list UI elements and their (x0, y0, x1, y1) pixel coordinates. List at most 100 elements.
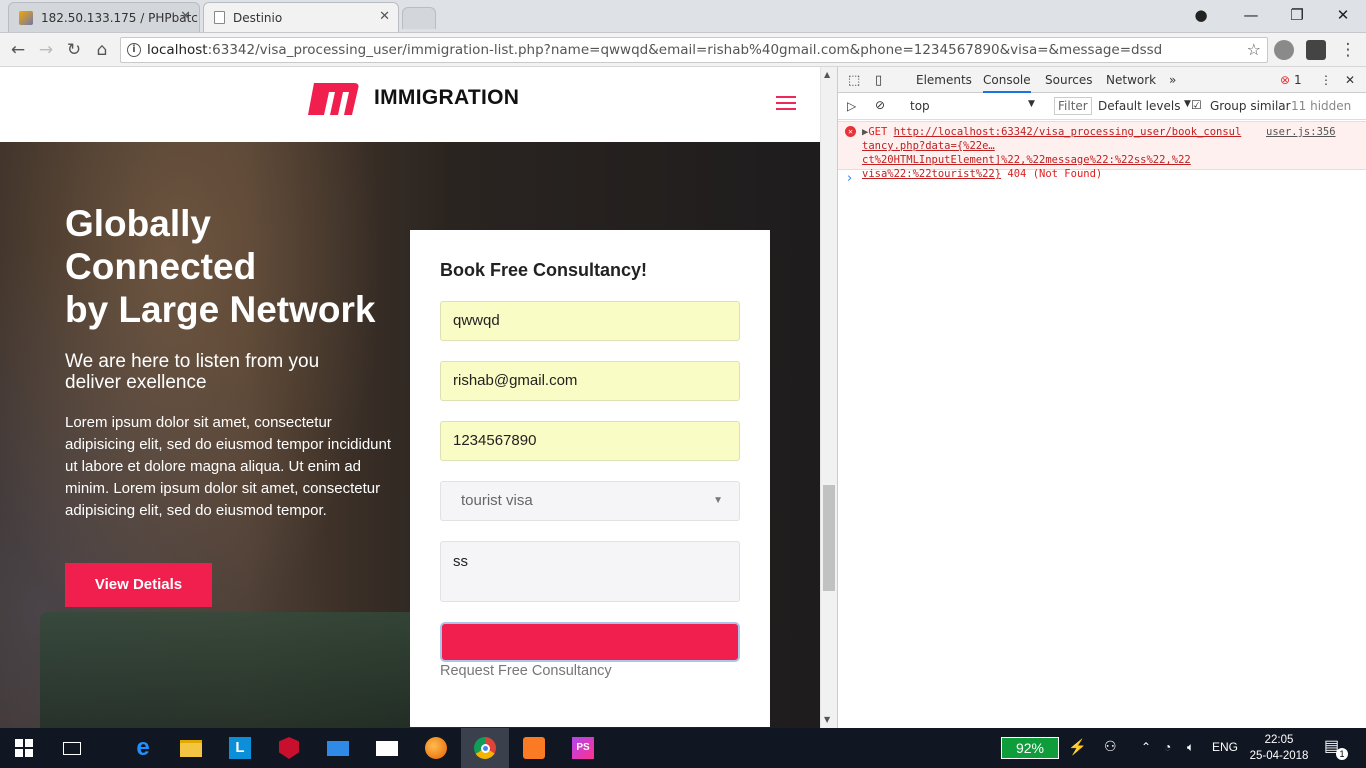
profile-icon[interactable]: ● (1178, 4, 1224, 26)
url-path: :63342/visa_processing_user/immigration-… (207, 42, 1163, 58)
devtools-close-icon[interactable]: ✕ (1345, 73, 1355, 87)
extension-icon[interactable] (1274, 40, 1294, 60)
console-error-message: ✕ ▶GET http://localhost:63342/visa_proce… (838, 121, 1366, 180)
forward-icon[interactable]: → (34, 39, 58, 61)
menu-dots-icon[interactable]: ⋮ (1336, 39, 1360, 61)
scroll-down-icon[interactable]: ▼ (824, 715, 830, 724)
app-l-icon[interactable]: L (216, 728, 264, 768)
tab-console[interactable]: Console (983, 73, 1031, 93)
windows-logo-icon (15, 739, 33, 757)
log-levels-select[interactable]: Default levels (1098, 99, 1180, 113)
page-scrollbar[interactable]: ▲ ▼ (820, 67, 837, 728)
scroll-up-icon[interactable]: ▲ (824, 70, 830, 79)
firefox-icon[interactable] (412, 728, 460, 768)
restore-button[interactable]: ❐ (1274, 4, 1320, 26)
start-button[interactable] (0, 728, 48, 768)
filter-input[interactable]: Filter (1054, 97, 1092, 115)
more-tabs-icon[interactable]: » (1169, 73, 1176, 87)
new-tab-button[interactable] (402, 7, 436, 29)
back-icon[interactable]: ← (6, 39, 30, 61)
language-indicator[interactable]: ENG (1212, 740, 1238, 754)
context-select[interactable]: top (910, 99, 930, 113)
hero-title-line: Globally (65, 203, 211, 244)
error-url[interactable]: http://localhost:63342/visa_processing_u… (894, 126, 1242, 138)
browser-tab-phpmyadmin[interactable]: 182.50.133.175 / PHPbatc ✕ (8, 2, 200, 32)
clear-console-icon[interactable]: ⊘ (875, 98, 885, 112)
error-source-link[interactable]: user.js:356 (1266, 125, 1336, 139)
tab-title: 182.50.133.175 / PHPbatc (41, 10, 198, 25)
close-window-button[interactable]: ✕ (1320, 4, 1366, 26)
error-url-end[interactable]: visa%22:%22tourist%22} (862, 168, 1001, 180)
hidden-count: 11 hidden (1291, 99, 1352, 113)
web-page: IMMIGRATION Globally Connected by Large … (0, 67, 820, 728)
email-field[interactable]: rishab@gmail.com (440, 361, 740, 401)
file-explorer-icon[interactable] (167, 728, 215, 768)
close-tab-icon[interactable]: ✕ (379, 9, 390, 24)
tray-chevron-up-icon[interactable]: ⌃ (1141, 740, 1151, 754)
edge-icon[interactable]: e (119, 728, 167, 768)
visa-select[interactable]: tourist visa ▼ (440, 481, 740, 521)
error-count: 1 (1294, 73, 1302, 87)
devtools-menu-icon[interactable]: ⋮ (1320, 73, 1332, 87)
volume-icon[interactable]: 🔈︎ (1187, 740, 1194, 755)
view-details-button[interactable]: View Detials (65, 563, 212, 607)
hero-title-line: Connected (65, 246, 257, 287)
phpstorm-icon[interactable]: PS (559, 728, 607, 768)
site-header: IMMIGRATION (0, 67, 820, 142)
consultancy-form: Book Free Consultancy! qwwqd rishab@gmai… (410, 230, 770, 727)
chevron-down-icon: ▼ (713, 495, 723, 506)
console-toolbar: ▷ ⊘ top ▼ Filter Default levels ▼ ☑ Grou… (838, 93, 1366, 120)
mcafee-icon[interactable] (265, 728, 313, 768)
tab-network[interactable]: Network (1106, 73, 1156, 87)
name-field[interactable]: qwwqd (440, 301, 740, 341)
browser-tab-destinio[interactable]: Destinio ✕ (203, 2, 399, 32)
error-url-cont[interactable]: tancy.php?data={%22e…ct%20HTMLInputEleme… (862, 139, 1262, 167)
message-textarea[interactable]: ss (440, 541, 740, 602)
browser-tab-bar: 182.50.133.175 / PHPbatc ✕ Destinio ✕ ● … (0, 0, 1366, 33)
page-icon (214, 11, 225, 24)
clock[interactable]: 22:05 25-04-2018 (1244, 732, 1314, 764)
error-status: 404 (Not Found) (1007, 168, 1103, 180)
address-bar[interactable]: i localhost:63342/visa_processing_user/i… (120, 37, 1268, 63)
url-host: localhost (147, 42, 208, 58)
hero-subtitle-line: We are here to listen from you (65, 351, 320, 372)
form-title: Book Free Consultancy! (440, 260, 648, 280)
battery-indicator[interactable]: 92% (1001, 737, 1059, 759)
hero-section: Globally Connected by Large Network We a… (0, 142, 820, 728)
chevron-down-icon: ▼ (1184, 99, 1191, 109)
group-similar-checkbox[interactable]: ☑ (1191, 98, 1202, 112)
people-icon[interactable]: ⚇ (1104, 738, 1117, 755)
extension-download-icon[interactable] (1306, 40, 1326, 60)
pc-app-icon[interactable] (314, 728, 362, 768)
wifi-icon[interactable]: ◔ (1164, 740, 1171, 754)
visa-select-value: tourist visa (461, 492, 533, 509)
submit-button[interactable] (440, 622, 740, 662)
reload-icon[interactable]: ↻ (62, 39, 86, 61)
task-view-icon[interactable] (48, 728, 96, 768)
console-prompt-icon[interactable]: › (847, 171, 852, 186)
close-tab-icon[interactable]: ✕ (180, 9, 191, 24)
bookmark-star-icon[interactable]: ☆ (1247, 38, 1261, 62)
inspect-icon[interactable]: ⬚ (848, 73, 860, 88)
phone-field[interactable]: 1234567890 (440, 421, 740, 461)
tab-sources[interactable]: Sources (1045, 73, 1092, 87)
error-text: ▶GET http://localhost:63342/visa_process… (862, 125, 1262, 181)
sidebar-toggle-icon[interactable]: ▷ (847, 99, 856, 113)
scrollbar-thumb[interactable] (823, 485, 835, 591)
mail-icon[interactable] (363, 728, 411, 768)
devtools-tabs: ⬚ ▯ Elements Console Sources Network » ⊗… (838, 67, 1366, 93)
home-icon[interactable]: ⌂ (90, 39, 114, 61)
info-icon[interactable]: i (127, 43, 141, 57)
error-count-icon[interactable]: ⊗ (1280, 73, 1290, 87)
windows-taskbar: e L PS 92% ⚡ ⚇ ⌃ ◔ 🔈︎ ENG 22:05 25-04-20… (0, 728, 1366, 768)
tab-elements[interactable]: Elements (916, 73, 972, 87)
xampp-icon[interactable] (510, 728, 558, 768)
hero-subtitle: We are here to listen from you deliver e… (65, 351, 385, 393)
clock-time: 22:05 (1264, 734, 1294, 746)
device-toggle-icon[interactable]: ▯ (875, 73, 882, 88)
chrome-icon[interactable] (461, 728, 509, 768)
minimize-button[interactable]: — (1228, 4, 1274, 26)
hero-description: Lorem ipsum dolor sit amet, consectetur … (65, 414, 392, 519)
power-plug-icon[interactable]: ⚡ (1068, 738, 1087, 756)
hamburger-menu-icon[interactable] (776, 96, 796, 112)
